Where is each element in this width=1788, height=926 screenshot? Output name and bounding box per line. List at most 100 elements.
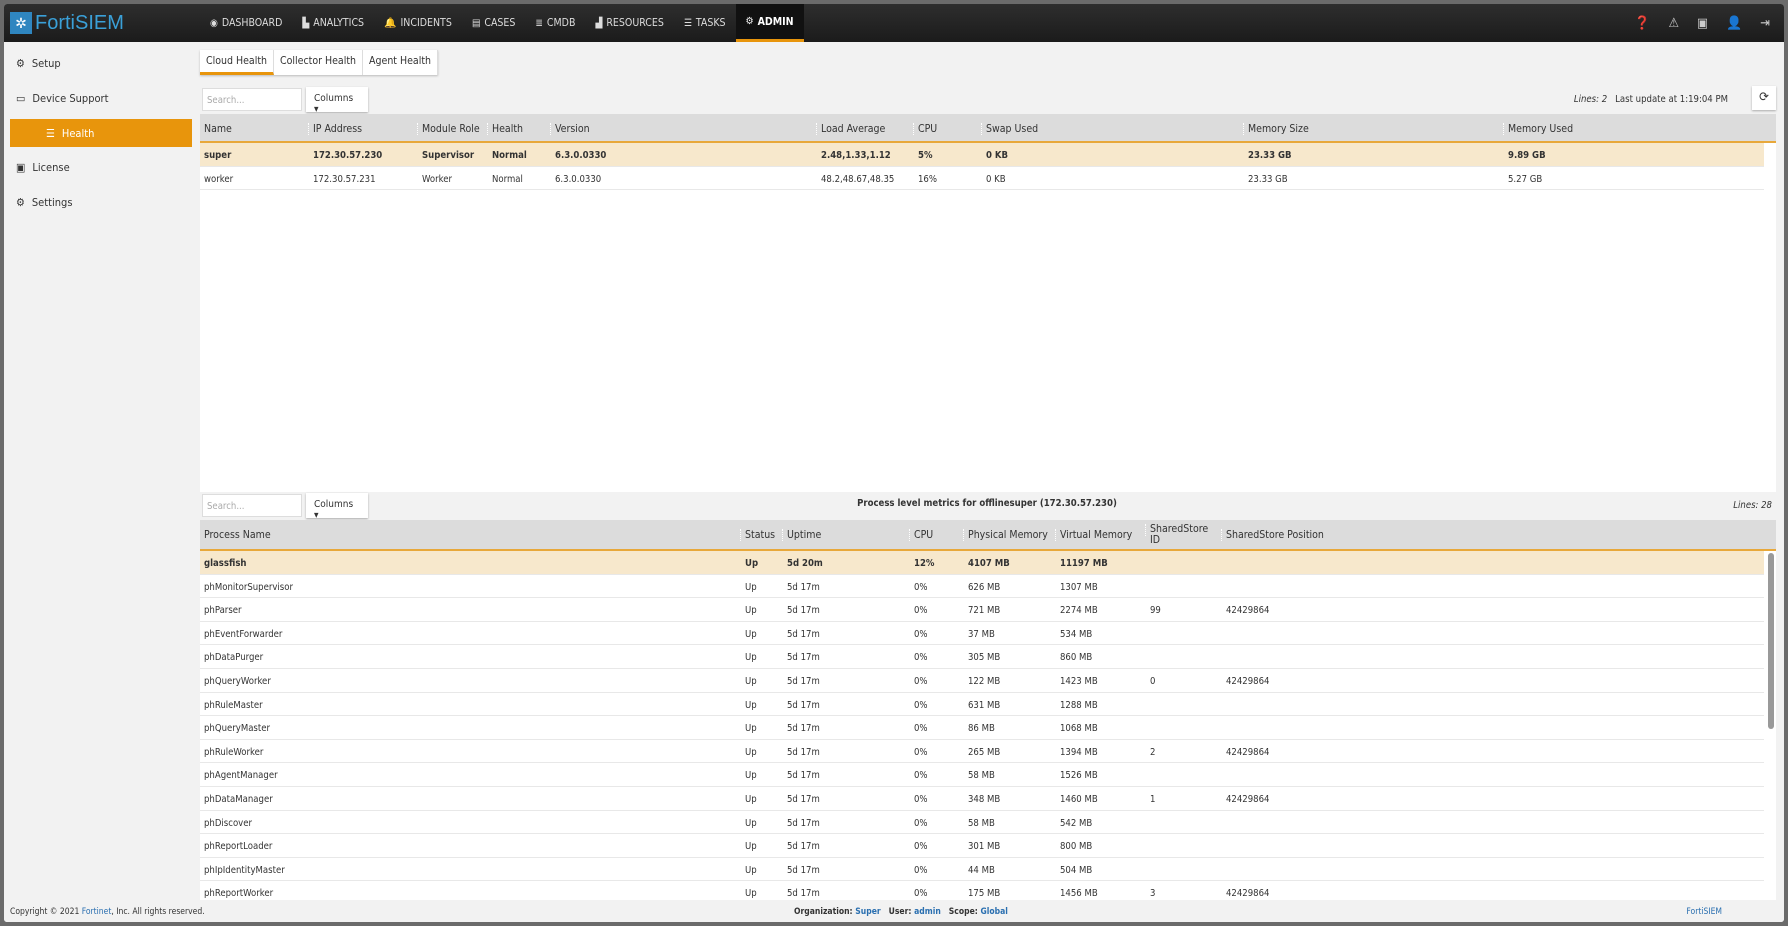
refresh-button[interactable]: ⟳ (1752, 86, 1776, 110)
scope-link[interactable]: Global (980, 907, 1007, 917)
cell-status: Up (745, 605, 757, 617)
table-row[interactable]: phRuleMaster Up 5d 17m 0% 631 MB 1288 MB (200, 693, 1764, 717)
cell-process-name: phRuleMaster (204, 699, 263, 711)
nav-label: TASKS (695, 17, 726, 29)
fortisiem-logo[interactable]: ✲ FortiSIEM (10, 10, 124, 36)
table-row[interactable]: phParser Up 5d 17m 0% 721 MB 2274 MB 99 4242986… (200, 598, 1764, 622)
table-row[interactable]: phDataPurger Up 5d 17m 0% 305 MB 860 MB (200, 645, 1764, 669)
refresh-icon: ⟳ (1759, 90, 1769, 105)
table-row[interactable]: phEventForwarder Up 5d 17m 0% 37 MB 534 MB (200, 622, 1764, 646)
footer-brand-link[interactable]: FortiSIEM (1686, 907, 1722, 917)
table-row[interactable]: phIpIdentityMaster Up 5d 17m 0% 44 MB 504 MB (200, 858, 1764, 882)
column-header[interactable]: CPU (912, 123, 937, 135)
bell-icon: 🔔 (384, 17, 397, 29)
column-header[interactable]: Status (739, 529, 775, 541)
cell-physical-memory: 348 MB (968, 794, 1001, 805)
column-header[interactable]: Name (204, 123, 232, 135)
warning-icon[interactable]: ⚠ (1668, 16, 1679, 31)
table-row[interactable]: worker 172.30.57.231 Worker Normal 6.3.0.033… (200, 167, 1764, 191)
user-icon[interactable]: 👤 (1726, 16, 1742, 31)
column-header[interactable]: Process Name (204, 529, 271, 541)
process-table-title: Process level metrics for offlinesuper (… (857, 498, 1117, 509)
cell-cpu: 12% (914, 558, 935, 569)
sidebar-item-device-support[interactable]: ▭ Device Support (4, 81, 198, 116)
id-card-icon[interactable]: ▣ (1697, 16, 1708, 31)
nav-label: CMDB (546, 17, 576, 29)
column-header[interactable]: Uptime (781, 529, 821, 541)
table-row[interactable]: phReportLoader Up 5d 17m 0% 301 MB 800 MB (200, 834, 1764, 858)
column-header[interactable]: Physical Memory (963, 529, 1048, 541)
main-content: Cloud Health Collector Health Agent Health… (198, 42, 1776, 905)
cell-memory-size: 23.33 GB (1248, 150, 1292, 161)
cell-uptime: 5d 17m (787, 888, 820, 900)
column-header[interactable]: SharedStore Position (1221, 529, 1324, 541)
nav-cases[interactable]: ▤ CASES (462, 4, 526, 42)
column-header[interactable]: Version (550, 123, 590, 135)
nav-resources[interactable]: ▟ RESOURCES (585, 4, 673, 42)
cell-status: Up (745, 770, 757, 782)
table-row[interactable]: super 172.30.57.230 Supervisor Normal 6.3.0.… (200, 143, 1764, 167)
column-header[interactable]: SharedStore ID (1145, 524, 1208, 546)
table-row[interactable]: phDataManager Up 5d 17m 0% 348 MB 1460 MB 1 424… (200, 787, 1764, 811)
column-header[interactable]: Memory Used (1502, 123, 1573, 135)
nav-dashboard[interactable]: ◉ DASHBOARD (200, 4, 292, 42)
table-row[interactable]: phQueryMaster Up 5d 17m 0% 86 MB 1068 MB (200, 716, 1764, 740)
sidebar-item-setup[interactable]: ⚙ Setup (4, 46, 198, 81)
column-header[interactable]: Swap Used (980, 123, 1038, 135)
session-info: Organization: Super User: admin Scope: G… (794, 907, 1008, 917)
tab-collector-health[interactable]: Collector Health (274, 50, 364, 75)
hdd-icon: ▭ (16, 92, 26, 105)
process-scrollbar[interactable] (1768, 553, 1774, 729)
sidebar-item-settings[interactable]: ⚙ Settings (4, 185, 198, 220)
cell-uptime: 5d 17m (787, 817, 820, 829)
tab-cloud-health[interactable]: Cloud Health (200, 50, 275, 75)
cell-process-name: phReportLoader (204, 841, 273, 853)
nav-label: ANALYTICS (313, 17, 365, 29)
column-header[interactable]: Module Role (417, 123, 480, 135)
sidebar-item-health[interactable]: ☰ Health (10, 119, 192, 147)
org-link[interactable]: Super (855, 907, 880, 917)
process-table-body: glassfish Up 5d 20m 12% 4107 MB 11197 MB phMon… (200, 551, 1776, 905)
cell-virtual-memory: 1526 MB (1060, 770, 1098, 782)
cell-process-name: phMonitorSupervisor (204, 581, 293, 593)
nav-label: CASES (484, 17, 516, 29)
tab-agent-health[interactable]: Agent Health (363, 50, 439, 75)
logout-icon[interactable]: ⇥ (1760, 16, 1770, 31)
nav-incidents[interactable]: 🔔 INCIDENTS (374, 4, 462, 42)
table-row[interactable]: phDiscover Up 5d 17m 0% 58 MB 542 MB (200, 811, 1764, 835)
process-table-header: Process Name Status Uptime CPU Physical Memo… (200, 520, 1776, 551)
column-header[interactable]: Virtual Memory (1054, 529, 1132, 541)
column-header[interactable]: Load Average (815, 123, 885, 135)
cell-swap-used: 0 KB (986, 173, 1006, 185)
table-row[interactable]: phMonitorSupervisor Up 5d 17m 0% 626 MB 1307 … (200, 575, 1764, 599)
cell-virtual-memory: 1456 MB (1060, 888, 1098, 900)
fortinet-link[interactable]: Fortinet (82, 907, 112, 917)
cloud-search-input[interactable]: Search... (202, 88, 302, 111)
column-header[interactable]: CPU (908, 529, 933, 541)
column-header[interactable]: Health (486, 123, 523, 135)
logo-text: FortiSIEM (35, 11, 124, 34)
column-header[interactable]: Memory Size (1243, 123, 1309, 135)
sidebar-item-license[interactable]: ▣ License (4, 150, 198, 185)
cell-virtual-memory: 542 MB (1060, 817, 1093, 829)
cell-ip-address: 172.30.57.231 (313, 173, 376, 185)
cell-process-name: phQueryMaster (204, 723, 271, 735)
help-icon[interactable]: ❓ (1634, 16, 1650, 31)
sidebar-item-label: License (32, 161, 70, 174)
table-row[interactable]: glassfish Up 5d 20m 12% 4107 MB 11197 MB (200, 551, 1764, 575)
table-row[interactable]: phQueryWorker Up 5d 17m 0% 122 MB 1423 MB 0 424… (200, 669, 1764, 693)
nav-cmdb[interactable]: ≣ CMDB (525, 4, 585, 42)
nav-analytics[interactable]: ▙ ANALYTICS (292, 4, 374, 42)
cell-status: Up (745, 723, 757, 735)
nav-label: RESOURCES (606, 17, 664, 29)
cell-module-role: Worker (422, 173, 453, 185)
column-header[interactable]: IP Address (307, 123, 362, 135)
table-row[interactable]: phAgentManager Up 5d 17m 0% 58 MB 1526 MB (200, 763, 1764, 787)
nav-admin[interactable]: ⚙ ADMIN (735, 4, 804, 42)
logo-icon: ✲ (10, 12, 32, 34)
table-row[interactable]: phRuleWorker Up 5d 17m 0% 265 MB 1394 MB 2 4242… (200, 740, 1764, 764)
cell-process-name: phDataPurger (204, 652, 264, 664)
nav-tasks[interactable]: ☰ TASKS (674, 4, 736, 42)
cloud-columns-button[interactable]: Columns ▾ (306, 87, 368, 115)
user-link[interactable]: admin (914, 907, 941, 917)
